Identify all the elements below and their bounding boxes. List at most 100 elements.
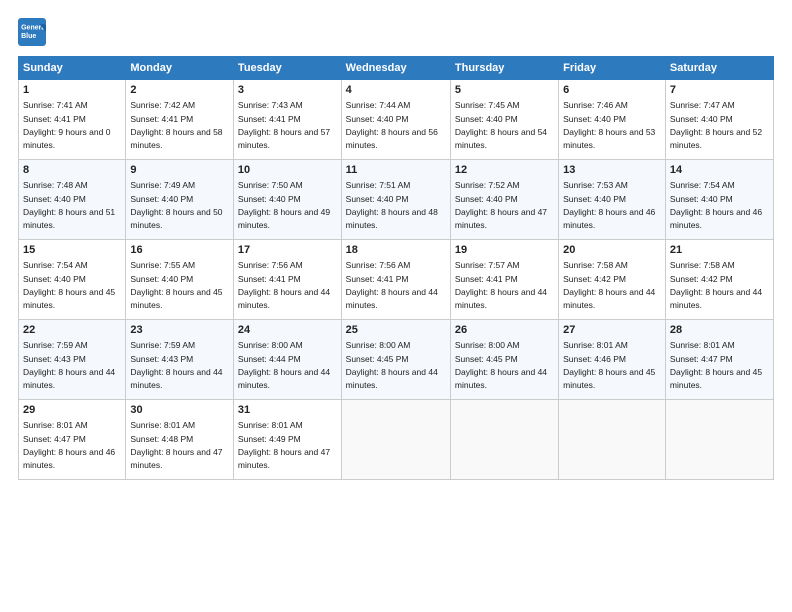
calendar-cell xyxy=(665,400,773,480)
day-number: 21 xyxy=(670,243,769,258)
day-info: Sunrise: 7:47 AMSunset: 4:40 PMDaylight:… xyxy=(670,100,762,150)
day-info: Sunrise: 7:44 AMSunset: 4:40 PMDaylight:… xyxy=(346,100,438,150)
day-info: Sunrise: 7:55 AMSunset: 4:40 PMDaylight:… xyxy=(130,260,222,310)
calendar-cell: 13 Sunrise: 7:53 AMSunset: 4:40 PMDaylig… xyxy=(559,160,666,240)
calendar-cell: 28 Sunrise: 8:01 AMSunset: 4:47 PMDaylig… xyxy=(665,320,773,400)
calendar-header-row: SundayMondayTuesdayWednesdayThursdayFrid… xyxy=(19,57,774,80)
day-info: Sunrise: 7:49 AMSunset: 4:40 PMDaylight:… xyxy=(130,180,222,230)
calendar-cell: 25 Sunrise: 8:00 AMSunset: 4:45 PMDaylig… xyxy=(341,320,450,400)
day-number: 16 xyxy=(130,243,229,258)
day-number: 30 xyxy=(130,403,229,418)
calendar-cell: 22 Sunrise: 7:59 AMSunset: 4:43 PMDaylig… xyxy=(19,320,126,400)
day-info: Sunrise: 8:01 AMSunset: 4:49 PMDaylight:… xyxy=(238,420,330,470)
calendar-cell: 24 Sunrise: 8:00 AMSunset: 4:44 PMDaylig… xyxy=(233,320,341,400)
day-number: 11 xyxy=(346,163,446,178)
calendar-cell: 4 Sunrise: 7:44 AMSunset: 4:40 PMDayligh… xyxy=(341,80,450,160)
calendar-cell: 21 Sunrise: 7:58 AMSunset: 4:42 PMDaylig… xyxy=(665,240,773,320)
calendar-cell: 27 Sunrise: 8:01 AMSunset: 4:46 PMDaylig… xyxy=(559,320,666,400)
calendar-header-tuesday: Tuesday xyxy=(233,57,341,80)
day-number: 17 xyxy=(238,243,337,258)
header: General Blue xyxy=(18,18,774,46)
day-info: Sunrise: 7:53 AMSunset: 4:40 PMDaylight:… xyxy=(563,180,655,230)
calendar-cell: 8 Sunrise: 7:48 AMSunset: 4:40 PMDayligh… xyxy=(19,160,126,240)
calendar-cell: 3 Sunrise: 7:43 AMSunset: 4:41 PMDayligh… xyxy=(233,80,341,160)
day-number: 31 xyxy=(238,403,337,418)
day-number: 20 xyxy=(563,243,661,258)
day-info: Sunrise: 7:56 AMSunset: 4:41 PMDaylight:… xyxy=(238,260,330,310)
day-number: 6 xyxy=(563,83,661,98)
day-number: 29 xyxy=(23,403,121,418)
day-number: 25 xyxy=(346,323,446,338)
calendar-cell: 2 Sunrise: 7:42 AMSunset: 4:41 PMDayligh… xyxy=(126,80,234,160)
day-number: 1 xyxy=(23,83,121,98)
calendar-cell: 19 Sunrise: 7:57 AMSunset: 4:41 PMDaylig… xyxy=(450,240,558,320)
calendar-cell: 20 Sunrise: 7:58 AMSunset: 4:42 PMDaylig… xyxy=(559,240,666,320)
calendar-week-row: 8 Sunrise: 7:48 AMSunset: 4:40 PMDayligh… xyxy=(19,160,774,240)
calendar-cell xyxy=(341,400,450,480)
calendar-cell: 31 Sunrise: 8:01 AMSunset: 4:49 PMDaylig… xyxy=(233,400,341,480)
day-number: 3 xyxy=(238,83,337,98)
calendar-header-sunday: Sunday xyxy=(19,57,126,80)
calendar-cell: 30 Sunrise: 8:01 AMSunset: 4:48 PMDaylig… xyxy=(126,400,234,480)
day-info: Sunrise: 7:48 AMSunset: 4:40 PMDaylight:… xyxy=(23,180,115,230)
day-info: Sunrise: 7:42 AMSunset: 4:41 PMDaylight:… xyxy=(130,100,222,150)
calendar-cell: 9 Sunrise: 7:49 AMSunset: 4:40 PMDayligh… xyxy=(126,160,234,240)
calendar-cell: 5 Sunrise: 7:45 AMSunset: 4:40 PMDayligh… xyxy=(450,80,558,160)
calendar-cell: 26 Sunrise: 8:00 AMSunset: 4:45 PMDaylig… xyxy=(450,320,558,400)
day-info: Sunrise: 8:01 AMSunset: 4:47 PMDaylight:… xyxy=(670,340,762,390)
day-number: 13 xyxy=(563,163,661,178)
calendar-header-monday: Monday xyxy=(126,57,234,80)
calendar-cell: 7 Sunrise: 7:47 AMSunset: 4:40 PMDayligh… xyxy=(665,80,773,160)
day-number: 28 xyxy=(670,323,769,338)
calendar-cell: 15 Sunrise: 7:54 AMSunset: 4:40 PMDaylig… xyxy=(19,240,126,320)
day-number: 8 xyxy=(23,163,121,178)
day-info: Sunrise: 8:01 AMSunset: 4:47 PMDaylight:… xyxy=(23,420,115,470)
calendar-cell: 6 Sunrise: 7:46 AMSunset: 4:40 PMDayligh… xyxy=(559,80,666,160)
day-info: Sunrise: 8:01 AMSunset: 4:46 PMDaylight:… xyxy=(563,340,655,390)
calendar-cell xyxy=(450,400,558,480)
day-info: Sunrise: 8:00 AMSunset: 4:44 PMDaylight:… xyxy=(238,340,330,390)
day-number: 27 xyxy=(563,323,661,338)
calendar-header-friday: Friday xyxy=(559,57,666,80)
day-number: 15 xyxy=(23,243,121,258)
day-info: Sunrise: 7:54 AMSunset: 4:40 PMDaylight:… xyxy=(23,260,115,310)
day-number: 10 xyxy=(238,163,337,178)
day-number: 19 xyxy=(455,243,554,258)
calendar-cell: 29 Sunrise: 8:01 AMSunset: 4:47 PMDaylig… xyxy=(19,400,126,480)
day-number: 9 xyxy=(130,163,229,178)
day-info: Sunrise: 7:46 AMSunset: 4:40 PMDaylight:… xyxy=(563,100,655,150)
calendar-week-row: 15 Sunrise: 7:54 AMSunset: 4:40 PMDaylig… xyxy=(19,240,774,320)
day-info: Sunrise: 7:43 AMSunset: 4:41 PMDaylight:… xyxy=(238,100,330,150)
day-info: Sunrise: 7:59 AMSunset: 4:43 PMDaylight:… xyxy=(130,340,222,390)
calendar-week-row: 1 Sunrise: 7:41 AMSunset: 4:41 PMDayligh… xyxy=(19,80,774,160)
day-info: Sunrise: 7:45 AMSunset: 4:40 PMDaylight:… xyxy=(455,100,547,150)
day-info: Sunrise: 8:00 AMSunset: 4:45 PMDaylight:… xyxy=(455,340,547,390)
day-info: Sunrise: 7:52 AMSunset: 4:40 PMDaylight:… xyxy=(455,180,547,230)
calendar-cell: 16 Sunrise: 7:55 AMSunset: 4:40 PMDaylig… xyxy=(126,240,234,320)
day-number: 23 xyxy=(130,323,229,338)
calendar-cell: 10 Sunrise: 7:50 AMSunset: 4:40 PMDaylig… xyxy=(233,160,341,240)
day-number: 7 xyxy=(670,83,769,98)
day-info: Sunrise: 7:58 AMSunset: 4:42 PMDaylight:… xyxy=(670,260,762,310)
day-number: 5 xyxy=(455,83,554,98)
calendar-header-thursday: Thursday xyxy=(450,57,558,80)
calendar-week-row: 29 Sunrise: 8:01 AMSunset: 4:47 PMDaylig… xyxy=(19,400,774,480)
day-info: Sunrise: 7:56 AMSunset: 4:41 PMDaylight:… xyxy=(346,260,438,310)
calendar-body: 1 Sunrise: 7:41 AMSunset: 4:41 PMDayligh… xyxy=(19,80,774,480)
calendar-cell: 14 Sunrise: 7:54 AMSunset: 4:40 PMDaylig… xyxy=(665,160,773,240)
calendar-header-saturday: Saturday xyxy=(665,57,773,80)
day-number: 12 xyxy=(455,163,554,178)
page: General Blue SundayMondayTuesdayWednesda… xyxy=(0,0,792,612)
day-info: Sunrise: 7:57 AMSunset: 4:41 PMDaylight:… xyxy=(455,260,547,310)
calendar-cell: 11 Sunrise: 7:51 AMSunset: 4:40 PMDaylig… xyxy=(341,160,450,240)
calendar-cell: 12 Sunrise: 7:52 AMSunset: 4:40 PMDaylig… xyxy=(450,160,558,240)
logo-icon: General Blue xyxy=(18,18,46,46)
day-info: Sunrise: 7:58 AMSunset: 4:42 PMDaylight:… xyxy=(563,260,655,310)
calendar-cell: 18 Sunrise: 7:56 AMSunset: 4:41 PMDaylig… xyxy=(341,240,450,320)
calendar-header-wednesday: Wednesday xyxy=(341,57,450,80)
day-number: 2 xyxy=(130,83,229,98)
day-info: Sunrise: 7:59 AMSunset: 4:43 PMDaylight:… xyxy=(23,340,115,390)
day-info: Sunrise: 8:00 AMSunset: 4:45 PMDaylight:… xyxy=(346,340,438,390)
calendar-week-row: 22 Sunrise: 7:59 AMSunset: 4:43 PMDaylig… xyxy=(19,320,774,400)
day-number: 22 xyxy=(23,323,121,338)
